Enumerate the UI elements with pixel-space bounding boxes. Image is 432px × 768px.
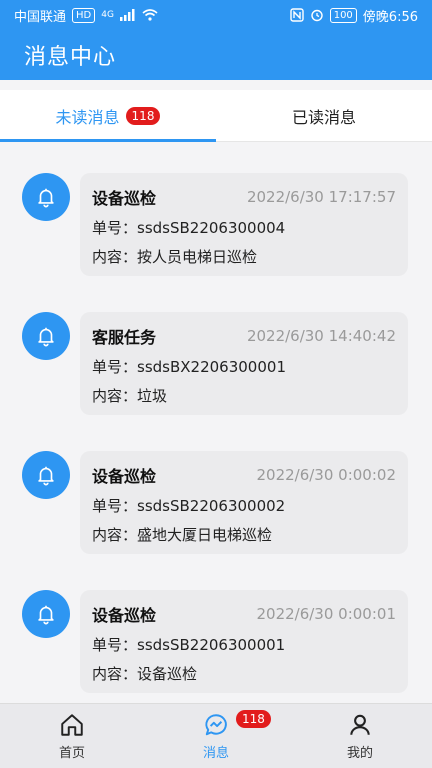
message-card[interactable]: 设备巡检 2022/6/30 0:00:02 单号：ssdsSB22063000… — [80, 451, 408, 554]
tab-unread-label: 未读消息 — [55, 107, 120, 127]
bell-icon — [22, 451, 70, 499]
alarm-icon — [311, 9, 323, 22]
message-order: 单号：ssdsSB2206300004 — [92, 219, 286, 237]
tab-read-label: 已读消息 — [291, 107, 356, 127]
message-time: 2022/6/30 17:17:57 — [246, 188, 396, 206]
status-bar: 中国联通 HD 4G 100 傍晚6:56 — [0, 0, 432, 30]
message-order: 单号：ssdsBX2206300001 — [92, 358, 286, 376]
nav-messages[interactable]: 消息 118 — [144, 704, 288, 768]
message-time: 2022/6/30 0:00:02 — [256, 466, 396, 484]
unread-count-badge: 118 — [125, 106, 161, 125]
network-type: 4G — [101, 10, 114, 20]
battery-level: 100 — [329, 7, 357, 23]
list-item[interactable]: 设备巡检 2022/6/30 17:17:57 单号：ssdsSB2206300… — [0, 173, 432, 278]
message-time: 2022/6/30 14:40:42 — [246, 327, 396, 345]
message-time: 2022/6/30 0:00:01 — [256, 605, 396, 623]
bell-icon — [22, 590, 70, 638]
message-title: 设备巡检 — [92, 467, 157, 486]
message-card[interactable]: 客服任务 2022/6/30 14:40:42 单号：ssdsBX2206300… — [80, 312, 408, 415]
message-list[interactable]: 设备巡检 2022/6/30 17:17:57 单号：ssdsSB2206300… — [0, 143, 432, 703]
bell-icon — [22, 312, 70, 360]
nav-home-label: 首页 — [58, 745, 85, 761]
message-title: 设备巡检 — [92, 606, 157, 625]
wifi-icon — [142, 9, 158, 21]
message-title: 客服任务 — [92, 328, 157, 347]
list-item[interactable]: 设备巡检 2022/6/30 0:00:01 单号：ssdsSB22063000… — [0, 590, 432, 695]
message-icon — [205, 713, 227, 735]
list-item[interactable]: 设备巡检 2022/6/30 0:00:02 单号：ssdsSB22063000… — [0, 451, 432, 556]
nav-profile-label: 我的 — [346, 745, 373, 761]
nav-messages-label: 消息 — [202, 745, 229, 761]
app-bar: 消息中心 — [0, 30, 432, 80]
nav-home[interactable]: 首页 — [0, 704, 144, 768]
message-content: 内容：按人员电梯日巡检 — [92, 248, 258, 266]
carrier-text: 中国联通 — [14, 9, 67, 25]
user-icon — [350, 714, 370, 735]
message-content: 内容：垃圾 — [92, 387, 168, 405]
nav-profile[interactable]: 我的 — [288, 704, 432, 768]
message-card[interactable]: 设备巡检 2022/6/30 17:17:57 单号：ssdsSB2206300… — [80, 173, 408, 276]
message-content: 内容：盛地大厦日电梯巡检 — [92, 526, 273, 544]
message-content: 内容：设备巡检 — [92, 665, 198, 683]
clock-text: 傍晚6:56 — [362, 9, 418, 25]
bell-icon — [22, 173, 70, 221]
nfc-icon — [290, 8, 304, 22]
nav-messages-badge: 118 — [236, 710, 271, 728]
message-card[interactable]: 设备巡检 2022/6/30 0:00:01 单号：ssdsSB22063000… — [80, 590, 408, 693]
tab-read[interactable]: 已读消息 — [216, 90, 432, 141]
signal-icon — [119, 9, 135, 21]
tab-bar: 未读消息 118 已读消息 — [0, 90, 432, 142]
message-order: 单号：ssdsSB2206300001 — [92, 636, 286, 654]
home-icon — [61, 713, 83, 736]
message-title: 设备巡检 — [92, 189, 157, 208]
tab-unread[interactable]: 未读消息 118 — [0, 90, 216, 142]
hd-badge: HD — [72, 7, 96, 23]
message-order: 单号：ssdsSB2206300002 — [92, 497, 286, 515]
list-item[interactable]: 客服任务 2022/6/30 14:40:42 单号：ssdsBX2206300… — [0, 312, 432, 417]
page-title: 消息中心 — [24, 45, 117, 70]
bottom-nav: 首页 消息 118 我的 — [0, 703, 432, 768]
